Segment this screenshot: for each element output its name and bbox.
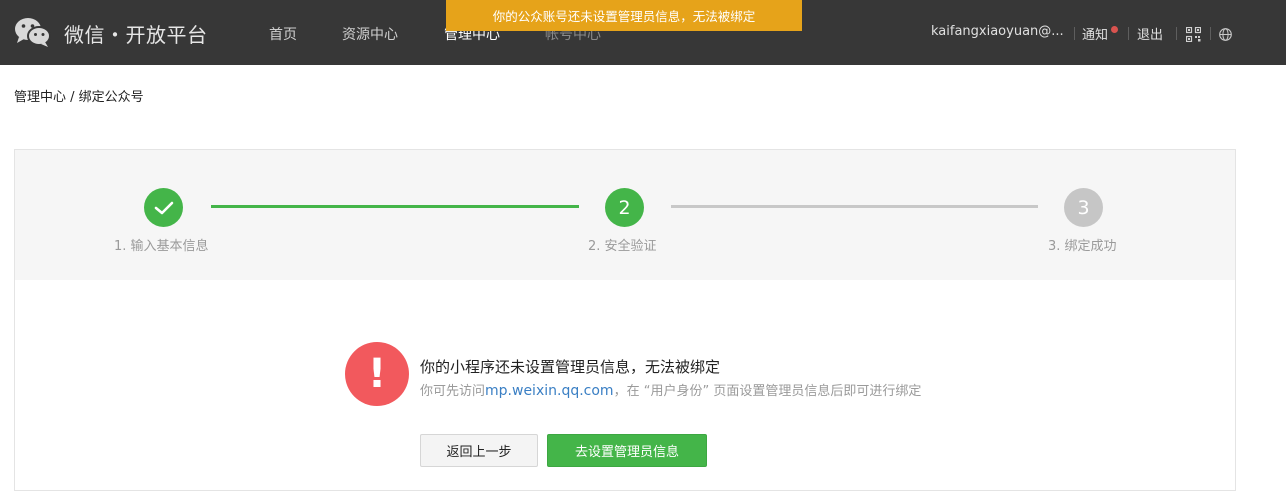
breadcrumb: 管理中心 / 绑定公众号 [14, 90, 144, 105]
message-title: 你的小程序还未设置管理员信息，无法被绑定 [420, 358, 721, 376]
back-button[interactable]: 返回上一步 [420, 434, 538, 467]
nav-home[interactable]: 首页 [269, 24, 297, 44]
logo-text[interactable]: 微信・开放平台 [64, 19, 208, 48]
account-name[interactable]: kaifangxiaoyuan@... [931, 24, 1064, 39]
mp-weixin-link[interactable]: mp.weixin.qq.com [485, 383, 614, 399]
top-bar: 微信・开放平台 首页 资源中心 管理中心 帐号中心 你的公众账号还未设置管理员信… [0, 0, 1286, 65]
wechat-logo-icon[interactable] [14, 16, 52, 48]
warning-notice-banner: 你的公众账号还未设置管理员信息，无法被绑定 [446, 0, 802, 31]
nav-resource-center[interactable]: 资源中心 [342, 24, 398, 44]
warning-icon: ! [345, 342, 409, 406]
message-desc-prefix: 你可先访问 [420, 384, 486, 399]
globe-icon[interactable] [1219, 28, 1232, 41]
set-admin-button[interactable]: 去设置管理员信息 [547, 434, 707, 467]
step-3-circle: 3 [1064, 188, 1103, 227]
step-1-check-icon [144, 188, 183, 227]
logout-link[interactable]: 退出 [1137, 24, 1163, 43]
notify-link[interactable]: 通知 [1082, 24, 1108, 43]
step-connector-1 [211, 205, 579, 208]
step-2-label: 2. 安全验证 [588, 239, 657, 254]
message-desc-suffix: ，在 “用户身份” 页面设置管理员信息后即可进行绑定 [613, 384, 922, 399]
divider [1210, 27, 1211, 40]
steps-bar: 2 3 1. 输入基本信息 2. 安全验证 3. 绑定成功 [15, 150, 1235, 280]
step-1-label: 1. 输入基本信息 [114, 239, 209, 254]
step-connector-2 [671, 205, 1038, 208]
step-3-label: 3. 绑定成功 [1048, 239, 1117, 254]
qrcode-icon[interactable] [1186, 27, 1201, 42]
divider [1128, 27, 1129, 40]
message-description: 你可先访问mp.weixin.qq.com，在 “用户身份” 页面设置管理员信息… [420, 380, 921, 399]
divider [1074, 27, 1075, 40]
step-2-circle: 2 [605, 188, 644, 227]
divider [1176, 27, 1177, 40]
unread-dot-icon [1111, 26, 1118, 33]
bind-panel: 2 3 1. 输入基本信息 2. 安全验证 3. 绑定成功 ! 你的小程序还未设… [14, 149, 1236, 491]
